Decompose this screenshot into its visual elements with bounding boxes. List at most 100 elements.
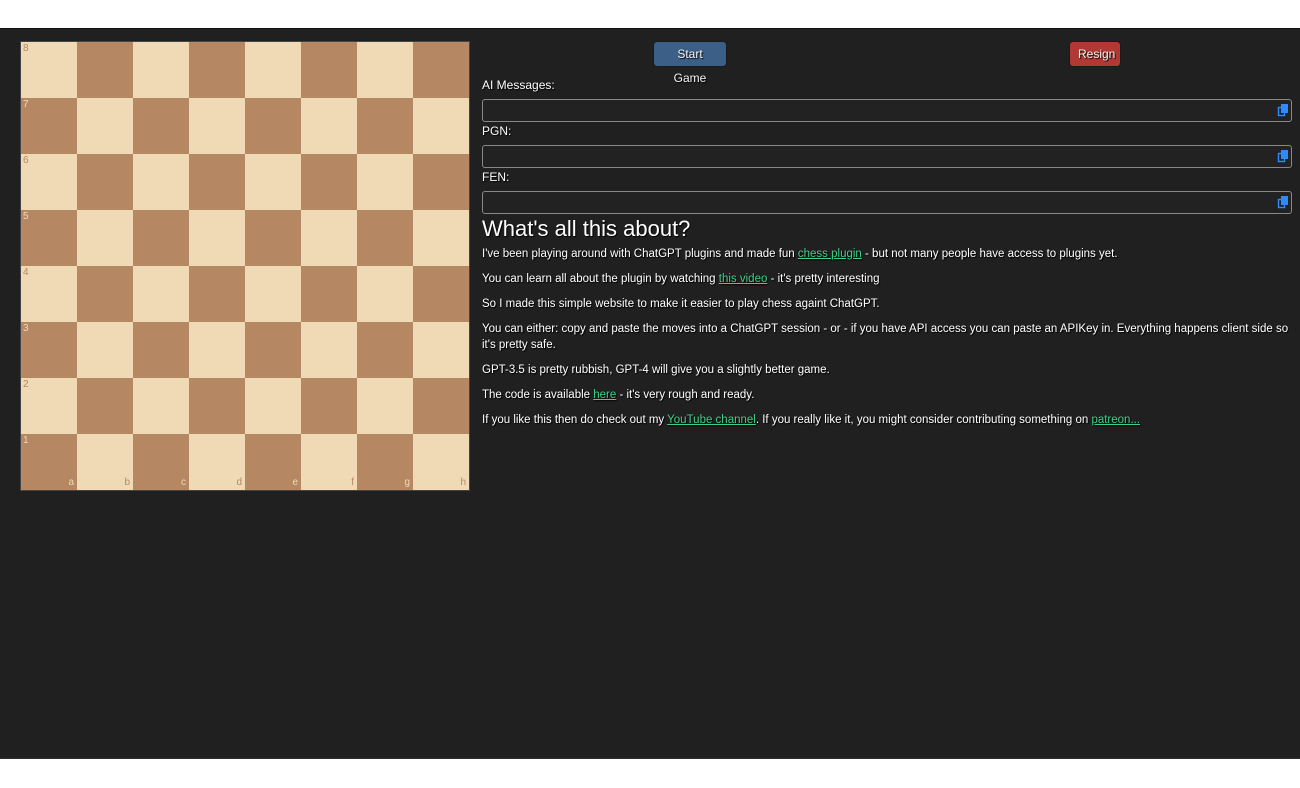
pgn-input[interactable] — [483, 146, 1275, 168]
chess-board[interactable]: 87654321abcdefgh — [20, 41, 470, 491]
ai-messages-field-wrapper — [482, 99, 1292, 122]
board-square-e5[interactable] — [245, 210, 301, 266]
board-square-g1[interactable]: g — [357, 434, 413, 490]
board-square-f4[interactable] — [301, 266, 357, 322]
ai-messages-input[interactable] — [483, 100, 1275, 122]
board-square-b5[interactable] — [77, 210, 133, 266]
board-square-e1[interactable]: e — [245, 434, 301, 490]
board-square-c7[interactable] — [133, 98, 189, 154]
resign-button[interactable]: Resign — [1069, 41, 1121, 67]
board-square-g2[interactable] — [357, 378, 413, 434]
copy-icon[interactable] — [1277, 195, 1289, 209]
board-square-d1[interactable]: d — [189, 434, 245, 490]
rank-label: 7 — [23, 99, 29, 110]
board-square-e3[interactable] — [245, 322, 301, 378]
board-square-d4[interactable] — [189, 266, 245, 322]
board-square-g8[interactable] — [357, 42, 413, 98]
board-square-d2[interactable] — [189, 378, 245, 434]
board-square-h4[interactable] — [413, 266, 469, 322]
board-square-g4[interactable] — [357, 266, 413, 322]
board-square-f5[interactable] — [301, 210, 357, 266]
rank-label: 2 — [23, 379, 29, 390]
board-square-f8[interactable] — [301, 42, 357, 98]
text: I've been playing around with ChatGPT pl… — [482, 248, 798, 260]
board-square-h3[interactable] — [413, 322, 469, 378]
code-here-link[interactable]: here — [593, 389, 616, 401]
copy-icon[interactable] — [1277, 149, 1289, 163]
board-square-h6[interactable] — [413, 154, 469, 210]
about-paragraph-5: GPT-3.5 is pretty rubbish, GPT-4 will gi… — [482, 364, 830, 376]
board-square-a1[interactable]: 1a — [21, 434, 77, 490]
rank-label: 3 — [23, 323, 29, 334]
youtube-channel-link[interactable]: YouTube channel — [667, 414, 756, 426]
board-square-d8[interactable] — [189, 42, 245, 98]
pgn-label: PGN: — [482, 124, 512, 138]
text: The code is available — [482, 389, 594, 401]
this-video-link[interactable]: this video — [719, 273, 768, 285]
pgn-field-wrapper — [482, 145, 1292, 168]
board-square-e4[interactable] — [245, 266, 301, 322]
board-square-e2[interactable] — [245, 378, 301, 434]
file-label: d — [236, 477, 242, 488]
board-square-c8[interactable] — [133, 42, 189, 98]
board-square-c3[interactable] — [133, 322, 189, 378]
board-square-a2[interactable]: 2 — [21, 378, 77, 434]
board-square-h7[interactable] — [413, 98, 469, 154]
board-square-c4[interactable] — [133, 266, 189, 322]
board-square-d6[interactable] — [189, 154, 245, 210]
side-panel: Start Game Resign AI Messages: PGN: FEN: — [482, 41, 1292, 428]
board-square-d3[interactable] — [189, 322, 245, 378]
board-square-b1[interactable]: b — [77, 434, 133, 490]
board-square-c6[interactable] — [133, 154, 189, 210]
copy-icon[interactable] — [1277, 103, 1289, 117]
board-square-a7[interactable]: 7 — [21, 98, 77, 154]
board-square-f6[interactable] — [301, 154, 357, 210]
board-square-g5[interactable] — [357, 210, 413, 266]
start-game-button[interactable]: Start Game — [653, 41, 727, 85]
board-square-f1[interactable]: f — [301, 434, 357, 490]
fen-input[interactable] — [483, 192, 1275, 214]
about-paragraph-2: You can learn all about the plugin by wa… — [482, 271, 1292, 287]
board-square-h8[interactable] — [413, 42, 469, 98]
board-square-b4[interactable] — [77, 266, 133, 322]
file-label: e — [292, 477, 298, 488]
board-square-c1[interactable]: c — [133, 434, 189, 490]
rank-label: 1 — [23, 435, 29, 446]
board-square-c2[interactable] — [133, 378, 189, 434]
board-square-g3[interactable] — [357, 322, 413, 378]
chess-plugin-link[interactable]: chess plugin — [798, 248, 862, 260]
board-square-e7[interactable] — [245, 98, 301, 154]
board-square-h2[interactable] — [413, 378, 469, 434]
rank-label: 6 — [23, 155, 29, 166]
file-label: a — [68, 477, 74, 488]
board-square-b3[interactable] — [77, 322, 133, 378]
board-square-f7[interactable] — [301, 98, 357, 154]
board-square-h5[interactable] — [413, 210, 469, 266]
board-square-b6[interactable] — [77, 154, 133, 210]
board-square-d5[interactable] — [189, 210, 245, 266]
file-label: g — [404, 477, 410, 488]
board-square-f3[interactable] — [301, 322, 357, 378]
board-square-b2[interactable] — [77, 378, 133, 434]
button-row: Start Game Resign — [482, 41, 1292, 85]
board-square-d7[interactable] — [189, 98, 245, 154]
board-square-h1[interactable]: h — [413, 434, 469, 490]
board-square-a6[interactable]: 6 — [21, 154, 77, 210]
board-square-a4[interactable]: 4 — [21, 266, 77, 322]
board-square-g7[interactable] — [357, 98, 413, 154]
patreon-link[interactable]: patreon... — [1091, 414, 1140, 426]
board-square-e6[interactable] — [245, 154, 301, 210]
board-square-a5[interactable]: 5 — [21, 210, 77, 266]
board-square-f2[interactable] — [301, 378, 357, 434]
board-square-a8[interactable]: 8 — [21, 42, 77, 98]
board-square-e8[interactable] — [245, 42, 301, 98]
board-square-a3[interactable]: 3 — [21, 322, 77, 378]
fen-field-wrapper — [482, 191, 1292, 214]
board-square-c5[interactable] — [133, 210, 189, 266]
board-square-b7[interactable] — [77, 98, 133, 154]
rank-label: 4 — [23, 267, 29, 278]
board-square-b8[interactable] — [77, 42, 133, 98]
app-container: 87654321abcdefgh Start Game Resign AI Me… — [0, 28, 1300, 759]
fen-label: FEN: — [482, 170, 510, 184]
board-square-g6[interactable] — [357, 154, 413, 210]
